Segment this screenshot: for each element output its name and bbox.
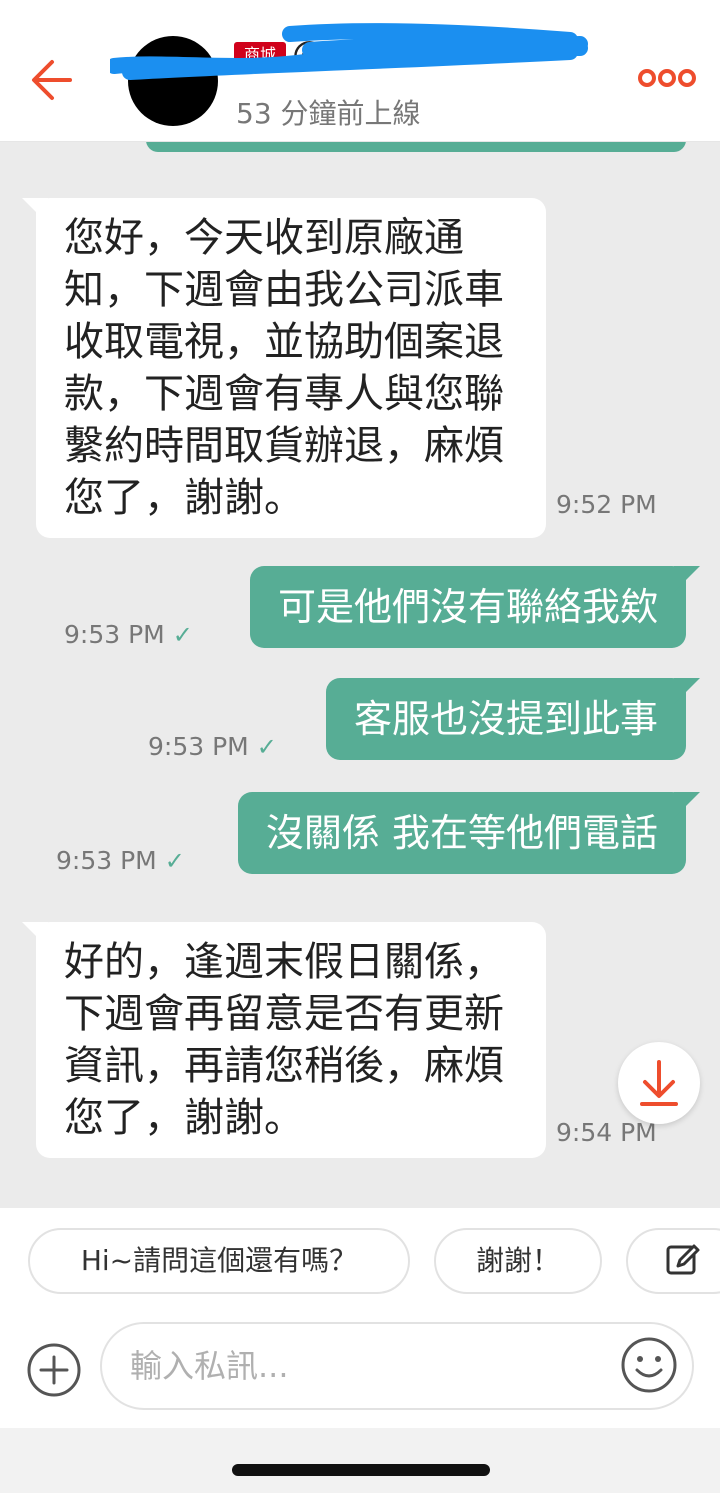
message-time: 9:53 PM ✓ [148, 732, 277, 761]
incoming-message[interactable]: 好的，逢週末假日關係，下週會再留意是否有更新資訊，再請您稍後，麻煩您了，謝謝。 [22, 922, 546, 1158]
plus-circle-icon[interactable] [26, 1342, 82, 1398]
message-input-bar [0, 1312, 720, 1428]
emoji-icon[interactable] [620, 1336, 678, 1394]
redaction-scribble [110, 23, 588, 80]
message-time: 9:53 PM ✓ [64, 620, 193, 649]
message-input[interactable] [100, 1322, 694, 1410]
message-text: 可是他們沒有聯絡我欸 [277, 585, 658, 629]
quick-replies: Hi~請問這個還有嗎？ 謝謝！ [0, 1208, 720, 1312]
message-time: 9:53 PM ✓ [56, 846, 185, 875]
outgoing-message[interactable]: 可是他們沒有聯絡我欸 [249, 566, 701, 648]
back-arrow-icon[interactable] [24, 50, 84, 110]
sent-check-icon: ✓ [172, 621, 193, 649]
chat-header: 商城 @ 53 分鐘前上線 [0, 0, 720, 142]
home-area [0, 1428, 720, 1493]
scroll-down-arrow-icon[interactable] [618, 1042, 700, 1124]
more-dots-icon[interactable] [636, 60, 698, 96]
incoming-message[interactable]: 您好，今天收到原廠通知，下週會由我公司派車收取電視，並協助個案退款，下週會有專人… [22, 198, 546, 538]
message-text: 客服也沒提到此事 [353, 697, 658, 741]
sent-check-icon: ✓ [164, 847, 185, 875]
outgoing-message[interactable]: 客服也沒提到此事 [325, 678, 701, 760]
edit-icon [666, 1244, 700, 1275]
quick-reply-chip[interactable]: Hi~請問這個還有嗎？ [28, 1228, 410, 1294]
sent-check-icon: ✓ [256, 733, 277, 761]
outgoing-message[interactable]: 沒關係 我在等他們電話 [237, 792, 701, 874]
edit-quick-replies-button[interactable] [626, 1228, 720, 1294]
message-time: 9:52 PM [556, 490, 657, 519]
message-text: 您好，今天收到原廠通知，下週會由我公司派車收取電視，並協助個案退款，下週會有專人… [64, 215, 504, 521]
home-indicator[interactable] [232, 1464, 490, 1476]
previous-message-bubble [146, 142, 686, 152]
message-text: 沒關係 我在等他們電話 [265, 811, 658, 855]
message-text: 好的，逢週末假日關係，下週會再留意是否有更新資訊，再請您稍後，麻煩您了，謝謝。 [64, 939, 504, 1141]
quick-reply-chip[interactable]: 謝謝！ [434, 1228, 602, 1294]
online-status: 53 分鐘前上線 [236, 97, 421, 130]
chat-area[interactable]: 您好，今天收到原廠通知，下週會由我公司派車收取電視，並協助個案退款，下週會有專人… [0, 142, 720, 1208]
